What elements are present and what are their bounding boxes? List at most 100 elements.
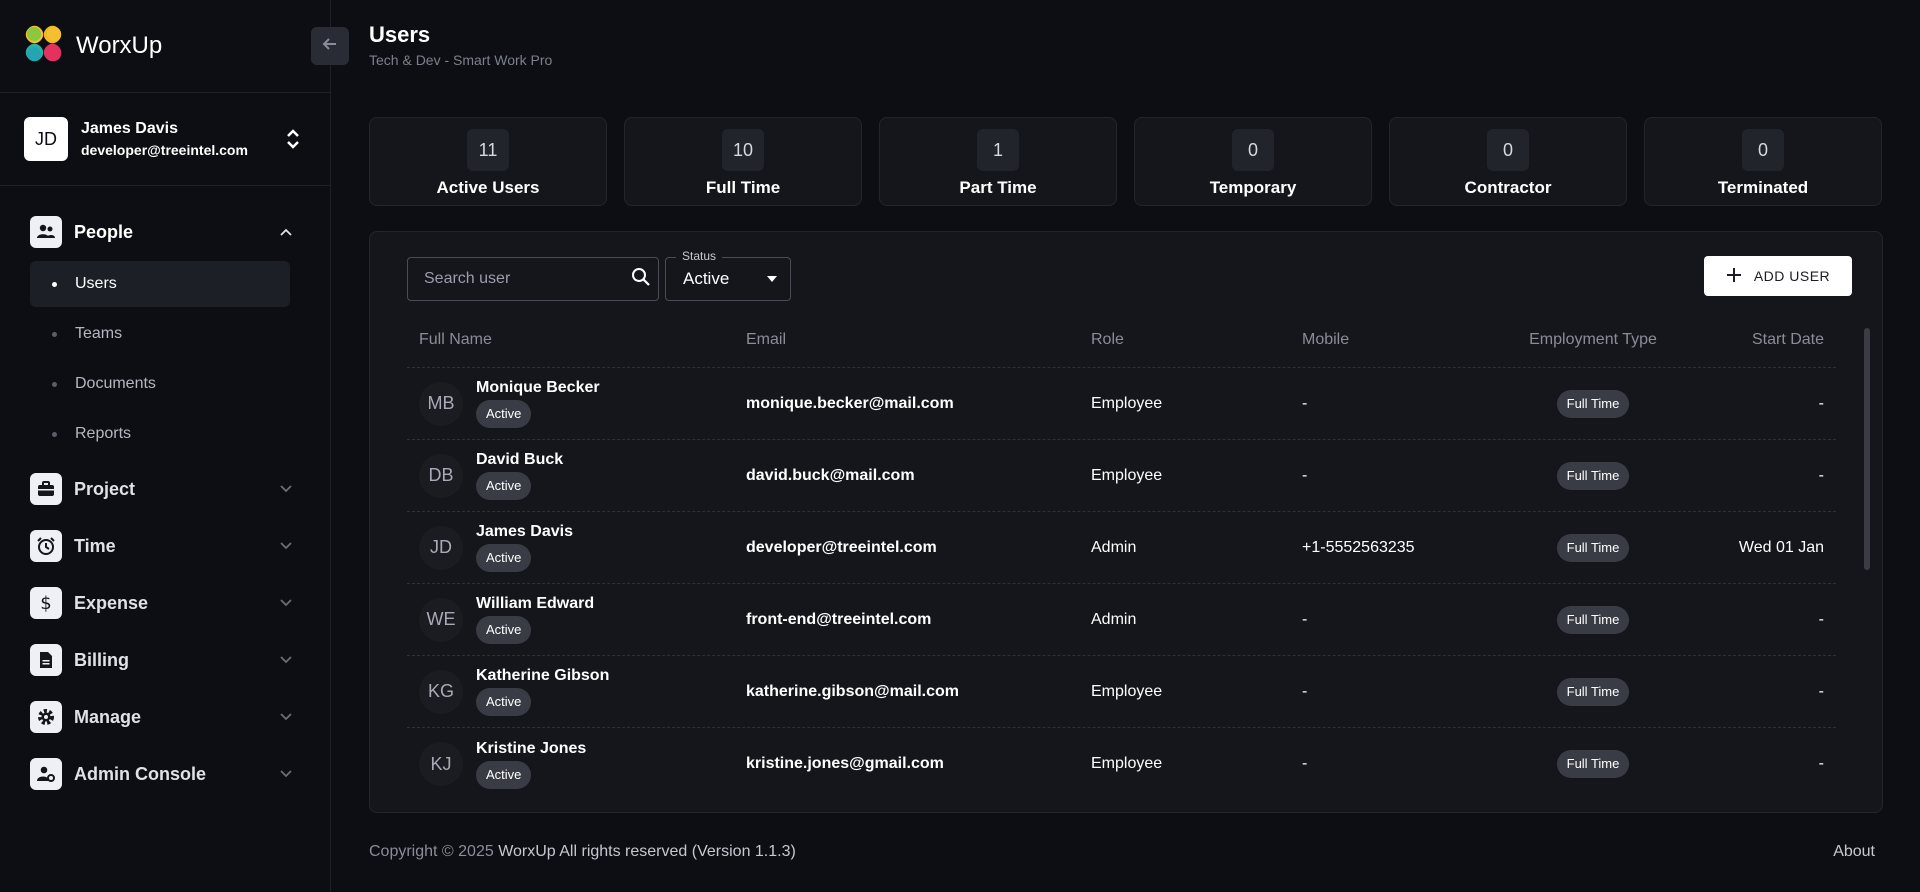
chevron-up-down-icon[interactable]	[286, 128, 300, 150]
stat-label: Contractor	[1464, 178, 1552, 197]
employment-type-badge: Full Time	[1556, 677, 1630, 706]
table-row[interactable]: JD James Davis Active developer@treeinte…	[407, 512, 1836, 584]
column-header-start-date[interactable]: Start Date	[1698, 331, 1836, 349]
add-user-button[interactable]: ADD USER	[1704, 256, 1852, 296]
column-header-email[interactable]: Email	[746, 331, 1091, 349]
stat-card-contractor[interactable]: 0 Contractor	[1389, 117, 1627, 206]
user-mobile-cell: -	[1302, 466, 1308, 484]
chevron-down-icon	[280, 480, 292, 498]
stat-card-full-time[interactable]: 10 Full Time	[624, 117, 862, 206]
stat-card-active-users[interactable]: 11 Active Users	[369, 117, 607, 206]
table-header: Full Name Email Role Mobile Employment T…	[407, 312, 1836, 368]
nav-group-label: Manage	[74, 706, 142, 727]
version-text: (Version 1.1.3)	[691, 843, 796, 860]
about-link[interactable]: About	[1833, 843, 1875, 861]
column-header-full-name[interactable]: Full Name	[407, 331, 746, 349]
column-header-employment-type[interactable]: Employment Type	[1488, 331, 1698, 349]
add-user-label: ADD USER	[1753, 268, 1831, 284]
user-email-cell: katherine.gibson@mail.com	[746, 682, 959, 700]
stat-value: 1	[977, 129, 1019, 171]
chevron-down-icon	[280, 651, 292, 669]
main-content: Users Tech & Dev - Smart Work Pro 11 Act…	[311, 0, 1920, 892]
column-header-mobile[interactable]: Mobile	[1302, 331, 1488, 349]
table-row[interactable]: DB David Buck Active david.buck@mail.com…	[407, 440, 1836, 512]
avatar: KJ	[419, 742, 463, 786]
sidebar-item-reports[interactable]: Reports	[30, 411, 290, 457]
nav-group-admin-console[interactable]: Admin Console	[30, 754, 330, 794]
avatar: JD	[419, 525, 463, 570]
sidebar-item-documents[interactable]: Documents	[30, 361, 290, 407]
copyright-brand: WorxUp All rights reserved	[498, 843, 688, 860]
user-mobile-cell: -	[1302, 682, 1308, 700]
nav-group-time[interactable]: Time	[30, 526, 330, 566]
sidebar-item-label: Documents	[75, 375, 156, 392]
user-switcher[interactable]: JD James Davis developer@treeintel.com	[0, 93, 330, 186]
avatar: KG	[419, 669, 463, 714]
bullet-icon	[52, 431, 57, 437]
sidebar-item-label: Teams	[75, 325, 123, 342]
user-name: James Davis	[81, 120, 178, 137]
nav-group-label: Time	[74, 535, 116, 556]
users-table: Full Name Email Role Mobile Employment T…	[407, 312, 1836, 800]
nav-group-people[interactable]: People	[30, 212, 330, 252]
status-badge: Active	[476, 400, 532, 428]
nav-group-manage[interactable]: Manage	[30, 697, 330, 737]
search-icon[interactable]	[631, 267, 651, 292]
bullet-icon	[52, 381, 57, 387]
table-row[interactable]: MB Monique Becker Active monique.becker@…	[407, 368, 1836, 440]
stat-card-terminated[interactable]: 0 Terminated	[1644, 117, 1882, 206]
stat-label: Temporary	[1209, 178, 1297, 197]
stat-card-temporary[interactable]: 0 Temporary	[1134, 117, 1372, 206]
users-panel: Status Active ADD USER Full Name Email R…	[369, 231, 1883, 813]
dollar-icon: $	[30, 587, 62, 619]
user-role-cell: Employee	[1091, 682, 1163, 700]
nav-group-expense[interactable]: $ Expense	[30, 583, 330, 623]
user-role-cell: Employee	[1091, 466, 1163, 484]
nav-group-label: Project	[74, 478, 136, 499]
user-email-cell: kristine.jones@gmail.com	[746, 755, 944, 772]
stat-label: Full Time	[705, 178, 781, 197]
avatar: MB	[419, 381, 463, 426]
stat-card-part-time[interactable]: 1 Part Time	[879, 117, 1117, 206]
user-mobile-cell: -	[1302, 610, 1308, 628]
table-row[interactable]: WE William Edward Active front-end@treei…	[407, 584, 1836, 656]
alarm-clock-icon	[30, 530, 62, 562]
gear-icon	[30, 701, 62, 733]
table-row[interactable]: KG Katherine Gibson Active katherine.gib…	[407, 656, 1836, 728]
stat-value: 0	[1232, 129, 1274, 171]
nav-group-label: People	[74, 221, 134, 242]
user-email-cell: front-end@treeintel.com	[746, 610, 932, 628]
sidebar-item-teams[interactable]: Teams	[30, 311, 290, 357]
search-input[interactable]	[424, 270, 631, 288]
status-select[interactable]: Status Active	[665, 249, 791, 301]
footer: Copyright © 2025 WorxUp All rights reser…	[369, 843, 1875, 861]
svg-text:$: $	[40, 593, 51, 613]
employment-type-badge: Full Time	[1556, 605, 1630, 634]
stats-row: 11 Active Users 10 Full Time 1 Part Time…	[369, 117, 1882, 206]
caret-down-icon	[766, 270, 778, 288]
avatar: DB	[419, 453, 463, 498]
user-start-date-cell: Wed 01 Jan	[1738, 538, 1824, 556]
nav-group-billing[interactable]: Billing	[30, 640, 330, 680]
stat-value: 11	[467, 129, 509, 171]
user-role-cell: Employee	[1091, 394, 1163, 412]
main-nav: People Users Teams Documents Reports Pro…	[0, 186, 330, 794]
collapse-sidebar-button[interactable]	[311, 27, 349, 65]
user-start-date-cell: -	[1818, 682, 1824, 700]
user-full-name: David Buck	[476, 451, 564, 468]
table-scrollbar[interactable]	[1864, 322, 1870, 768]
user-full-name: Katherine Gibson	[476, 667, 610, 684]
arrow-left-icon	[321, 35, 339, 58]
column-header-role[interactable]: Role	[1091, 331, 1302, 349]
nav-group-label: Billing	[74, 649, 129, 670]
user-email-cell: developer@treeintel.com	[746, 538, 937, 556]
nav-group-project[interactable]: Project	[30, 469, 330, 509]
user-mobile-cell: -	[1302, 394, 1308, 412]
sidebar-item-users[interactable]: Users	[30, 261, 290, 307]
user-full-name: James Davis	[476, 523, 573, 540]
scrollbar-thumb[interactable]	[1864, 328, 1870, 570]
table-row[interactable]: KJ Kristine Jones Active kristine.jones@…	[407, 728, 1836, 800]
search-field[interactable]	[407, 257, 659, 301]
brand[interactable]: WorxUp	[0, 0, 330, 93]
brand-name: WorxUp	[76, 32, 163, 59]
